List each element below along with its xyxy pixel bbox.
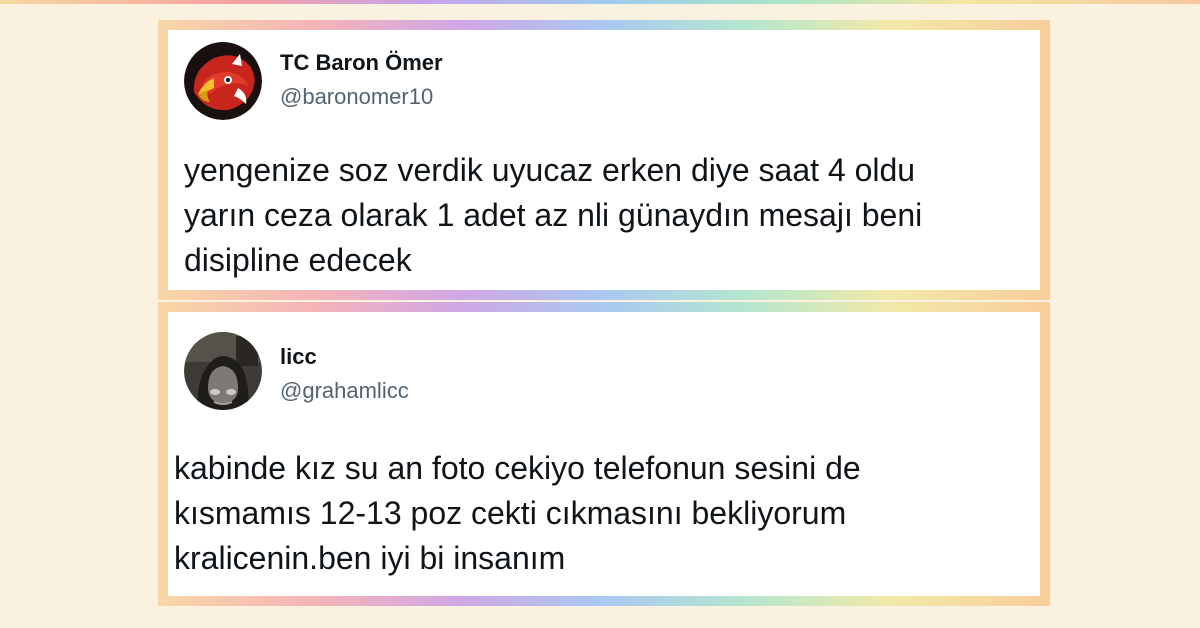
tweet-frame-2: licc @grahamlicc kabinde kız su an foto … bbox=[158, 302, 1050, 606]
selfie-avatar-icon[interactable] bbox=[184, 332, 262, 410]
tweet-frame-1: TC Baron Ömer @baronomer10 yengenize soz… bbox=[158, 20, 1050, 300]
username-handle[interactable]: @grahamlicc bbox=[280, 378, 409, 404]
tweet-card-2: licc @grahamlicc kabinde kız su an foto … bbox=[168, 312, 1040, 596]
tweet-text: kabinde kız su an foto cekiyo telefonun … bbox=[174, 446, 1034, 581]
tweet-text-line: kabinde kız su an foto cekiyo telefonun … bbox=[174, 450, 861, 486]
display-name[interactable]: licc bbox=[280, 344, 317, 370]
tweet-text-line: kısmamıs 12-13 poz cekti cıkmasını bekli… bbox=[174, 495, 847, 531]
tweet-card-1: TC Baron Ömer @baronomer10 yengenize soz… bbox=[168, 30, 1040, 290]
tweet-text-line: kralicenin.ben iyi bi insanım bbox=[174, 540, 566, 576]
tweet-text: yengenize soz verdik uyucaz erken diye s… bbox=[184, 148, 1034, 283]
top-gradient-line bbox=[0, 0, 1200, 4]
display-name[interactable]: TC Baron Ömer bbox=[280, 50, 443, 76]
tweet-text-line: yarın ceza olarak 1 adet az nli günaydın… bbox=[184, 197, 923, 233]
tweet-text-line: disipline edecek bbox=[184, 242, 412, 278]
eagle-avatar-icon[interactable] bbox=[184, 42, 262, 120]
tweet-text-line: yengenize soz verdik uyucaz erken diye s… bbox=[184, 152, 916, 188]
username-handle[interactable]: @baronomer10 bbox=[280, 84, 433, 110]
